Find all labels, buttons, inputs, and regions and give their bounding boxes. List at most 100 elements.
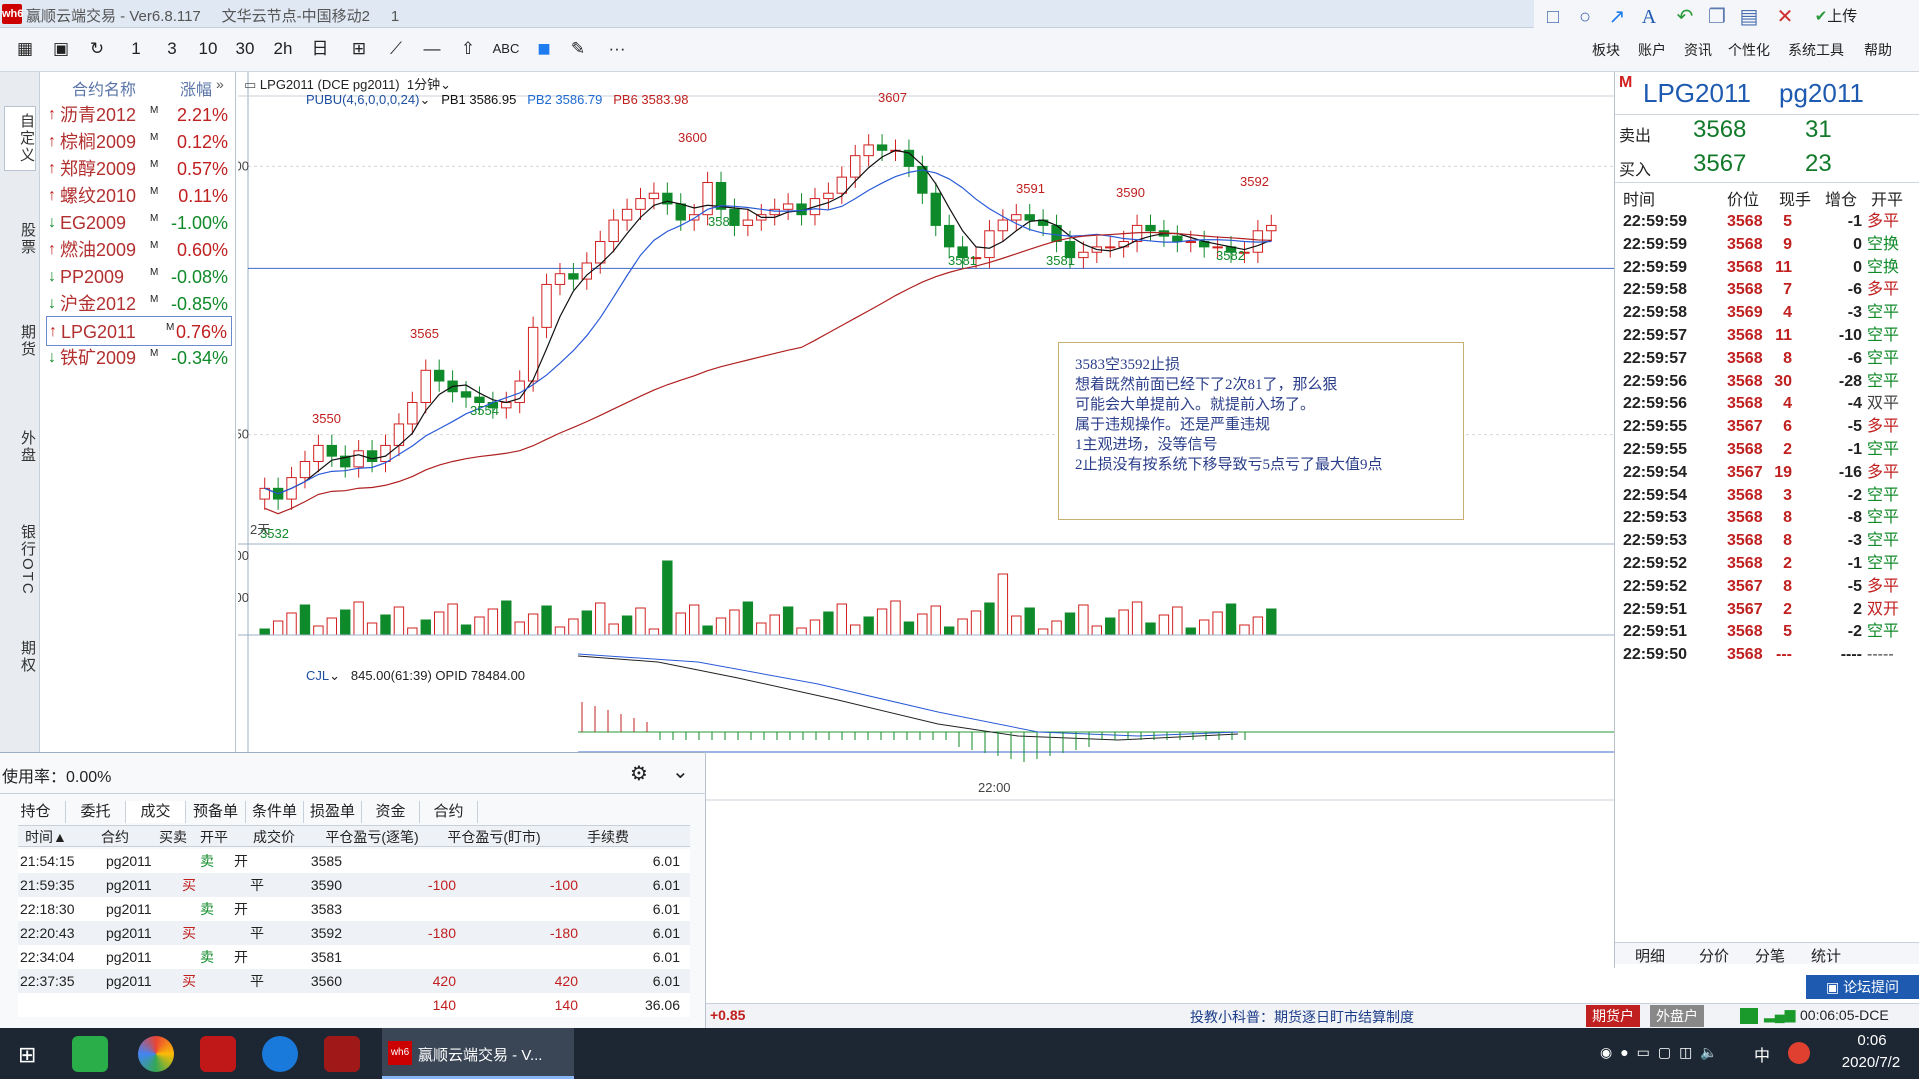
period-2h-button[interactable]: 2h [270,38,296,60]
order-col-header[interactable]: 平仓盈亏(盯市) [434,827,554,847]
tray-icons[interactable]: ◉●▭▢◫🔈 [1600,1044,1726,1061]
text-a-icon[interactable]: A [1636,6,1662,28]
tab-conditional[interactable]: 条件单 [246,801,304,823]
save-icon[interactable]: ▣ [48,38,74,60]
taskbar-active-app[interactable]: wh6 赢顺云端交易 - V... [382,1028,574,1079]
tab-trades[interactable]: 成交 [126,801,186,823]
arrow-app-icon[interactable] [324,1036,360,1072]
trade-row[interactable]: 22:34:04 pg2011 卖 开 3581 6.01 [18,945,690,969]
color-picker-button[interactable]: ■ [532,38,556,60]
order-col-header[interactable]: 买卖 [152,827,194,847]
futures-account-button[interactable]: 期货户 [1586,1005,1640,1027]
tab-funds[interactable]: 资金 [362,801,420,823]
layout-grid-icon[interactable]: ⊞ [346,38,372,60]
ime-indicator[interactable]: 中 [1754,1042,1770,1066]
tab-ticks[interactable]: 分笔 [1755,945,1785,966]
order-col-header[interactable]: 平仓盈亏(逐笔) [312,827,432,847]
text-tool-button[interactable]: ABC [490,38,522,60]
tab-custom[interactable]: 自定义 [4,106,36,171]
menu-news[interactable]: 资讯 [1684,40,1712,60]
taskbar-date[interactable]: 2020/7/2 [1826,1054,1916,1071]
tab-foreign[interactable]: 外盘 [4,430,36,464]
tab-stocks[interactable]: 股票 [4,222,36,256]
chart-period[interactable]: 1分钟 [407,77,440,92]
tab-orders[interactable]: 委托 [66,801,126,823]
order-icon[interactable]: ▦ [12,38,38,60]
buy-price[interactable]: 3567 [1693,150,1746,178]
indicator-name[interactable]: PUBU(4,6,0,0,0,24) [306,92,419,107]
k-app-icon[interactable] [262,1036,298,1072]
trade-row[interactable]: 22:18:30 pg2011 卖 开 3583 6.01 [18,897,690,921]
collapse-icon[interactable]: ⌄ [672,759,689,784]
refresh-icon[interactable]: ↻ [84,38,110,60]
tab-futures[interactable]: 期货 [4,324,36,358]
menu-sector[interactable]: 板块 [1592,40,1620,60]
tab-positions[interactable]: 持仓 [6,801,66,823]
upload-button[interactable]: ✔上传 [1806,6,1866,28]
edu-tip[interactable]: 投教小科普：期货逐日盯市结算制度 [1190,1007,1414,1027]
tab-prepared[interactable]: 预备单 [186,801,246,823]
period-day-button[interactable]: 日 [308,38,332,60]
contract-row[interactable]: ↑ 沥青2012 M 2.21% [46,100,232,130]
trade-row[interactable]: 22:37:35 pg2011 买 平 3560 420 420 6.01 [18,969,690,993]
contract-row[interactable]: ↓ PP2009 M -0.08% [46,262,232,292]
horizontal-line-icon[interactable]: — [420,38,444,60]
trading-app-icon[interactable] [200,1036,236,1072]
taskbar-time[interactable]: 0:06 [1832,1032,1912,1049]
trade-row[interactable]: 140 140 36.06 [18,993,690,1017]
menu-help[interactable]: 帮助 [1864,40,1892,60]
menu-system-tools[interactable]: 系统工具 [1788,40,1844,60]
order-col-header[interactable]: 成交价 [236,827,312,847]
period-3min-button[interactable]: 3 [162,38,182,60]
trade-row[interactable]: 22:20:43 pg2011 买 平 3592 -180 -180 6.01 [18,921,690,945]
menu-account[interactable]: 账户 [1638,40,1666,60]
rectangle-icon[interactable]: □ [1540,6,1566,28]
more-icon[interactable]: ··· [604,38,630,60]
period-1min-button[interactable]: 1 [126,38,146,60]
draw-line-icon[interactable]: ⟋ [384,38,408,60]
header-change[interactable]: 涨幅 [180,76,212,100]
tab-detail[interactable]: 明细 [1635,945,1665,966]
tab-bank-otc[interactable]: 银行OTC [4,524,36,596]
period-10min-button[interactable]: 10 [196,38,220,60]
tab-price-dist[interactable]: 分价 [1699,945,1729,966]
contract-row[interactable]: ↓ EG2009 M -1.00% [46,208,232,238]
tab-stats[interactable]: 统计 [1811,945,1841,966]
arrow-tool-icon[interactable]: ↗ [1604,6,1630,28]
tab-contracts[interactable]: 合约 [420,801,478,823]
wechat-icon[interactable] [72,1036,108,1072]
chrome-icon[interactable] [138,1036,174,1072]
order-col-header[interactable]: 手续费 [556,827,660,847]
sell-price[interactable]: 3568 [1693,116,1746,144]
contract-row[interactable]: ↓ 铁矿2009 M -0.34% [46,343,232,373]
foreign-account-button[interactable]: 外盘户 [1650,1005,1704,1027]
tab-stoploss[interactable]: 损盈单 [304,801,362,823]
period-30min-button[interactable]: 30 [232,38,258,60]
contract-row[interactable]: ↑ 螺纹2010 M 0.11% [46,181,232,211]
contract-row[interactable]: ↑ 棕榈2009 M 0.12% [46,127,232,157]
eraser-icon[interactable]: ✎ [566,38,590,60]
order-col-header[interactable]: 合约 [94,827,136,847]
copy-icon[interactable]: ❐ [1704,6,1730,28]
expand-icon[interactable]: » [216,76,224,92]
settings-gear-icon[interactable]: ⚙ [630,761,648,786]
delete-icon[interactable]: ✕ [1772,6,1798,28]
header-contract-name[interactable]: 合约名称 [72,76,136,100]
windows-start-icon[interactable]: ⊞ [18,1042,36,1068]
contract-row[interactable]: ↑ LPG2011 M 0.76% [46,316,232,346]
undo-icon[interactable]: ↶ [1672,6,1698,28]
arrow-up-icon[interactable]: ⇧ [456,38,480,60]
trade-row[interactable]: 21:59:35 pg2011 买 平 3590 -100 -100 6.01 [18,873,690,897]
contract-row[interactable]: ↓ 沪金2012 M -0.85% [46,289,232,319]
menu-personalize[interactable]: 个性化 [1728,40,1770,60]
contract-row[interactable]: ↑ 郑醇2009 M 0.57% [46,154,232,184]
order-col-header[interactable]: 时间▲ [22,827,70,847]
order-col-header[interactable]: 开平 [196,827,232,847]
contract-row[interactable]: ↑ 燃油2009 M 0.60% [46,235,232,265]
trade-row[interactable]: 21:54:15 pg2011 卖 开 3585 6.01 [18,849,690,873]
forum-button[interactable]: ▣ 论坛提问 [1806,975,1919,999]
tab-options[interactable]: 期权 [4,640,36,674]
volume-indicator[interactable]: CJL [306,668,329,683]
sogou-icon[interactable] [1788,1042,1810,1064]
disk-icon[interactable]: ▤ [1736,6,1762,28]
